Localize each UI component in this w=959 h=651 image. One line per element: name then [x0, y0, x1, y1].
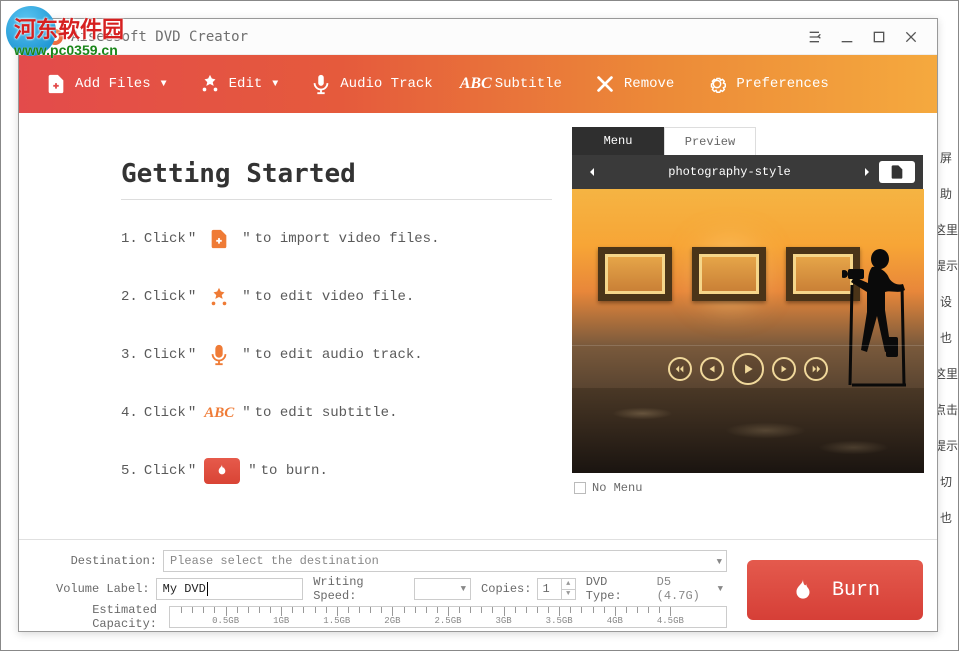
close-button[interactable]	[895, 21, 927, 53]
step-row: 3. Click " " to edit audio track.	[121, 342, 552, 368]
destination-label: Destination:	[33, 554, 163, 568]
subtitle-abc-icon: ABC	[465, 73, 487, 95]
burn-icon	[204, 458, 240, 484]
spin-down-icon[interactable]: ▼	[561, 590, 575, 600]
skip-forward-button[interactable]	[804, 357, 828, 381]
style-name: photography-style	[604, 165, 855, 179]
subtitle-label: Subtitle	[495, 76, 562, 92]
minimize-button[interactable]	[831, 21, 863, 53]
bottom-panel: Destination: Please select the destinati…	[19, 539, 937, 642]
app-window: Aiseesoft DVD Creator Add Files ▼ Edit ▼…	[18, 18, 938, 632]
remove-label: Remove	[624, 76, 674, 92]
burn-button[interactable]: Burn	[747, 560, 923, 620]
maximize-button[interactable]	[863, 21, 895, 53]
edit-button[interactable]: Edit ▼	[183, 55, 295, 113]
step-row: 2. Click " " to edit video file.	[121, 284, 552, 310]
chevron-down-icon: ▼	[461, 584, 466, 594]
chevron-down-icon[interactable]: ▼	[718, 584, 727, 594]
chevron-down-icon: ▼	[161, 79, 167, 90]
tab-preview[interactable]: Preview	[664, 127, 756, 155]
burn-label: Burn	[832, 579, 880, 602]
volume-label-label: Volume Label:	[33, 582, 156, 596]
step-row: 4. Click " ABC " to edit subtitle.	[121, 400, 552, 426]
next-style-button[interactable]	[855, 160, 879, 184]
edit-label: Edit	[229, 76, 263, 92]
audio-track-label: Audio Track	[340, 76, 432, 92]
volume-label-input[interactable]: My DVD	[156, 578, 304, 600]
step-row: 5. Click " " to burn.	[121, 458, 552, 484]
no-menu-row: No Menu	[572, 473, 923, 495]
writing-speed-label: Writing Speed:	[303, 575, 414, 603]
preferences-label: Preferences	[736, 76, 828, 92]
watermark-text: 河东软件园 www.pc0359.cn	[14, 12, 124, 58]
toolbar: Add Files ▼ Edit ▼ Audio Track ABC Subti…	[19, 55, 937, 113]
writing-speed-select[interactable]: ▼	[414, 578, 471, 600]
divider	[121, 199, 552, 200]
capacity-ruler: 0.5GB1GB1.5GB2GB2.5GB3GB3.5GB4GB4.5GB	[169, 606, 727, 628]
photographer-silhouette	[842, 241, 910, 401]
chevron-down-icon: ▼	[272, 79, 278, 90]
dvd-type-label: DVD Type:	[576, 575, 653, 603]
add-files-label: Add Files	[75, 76, 151, 92]
menu-frame[interactable]	[598, 247, 672, 301]
menu-frame[interactable]	[692, 247, 766, 301]
preferences-button[interactable]: Preferences	[690, 55, 844, 113]
right-panel: Menu Preview photography-style	[572, 113, 937, 539]
chevron-down-icon: ▼	[717, 557, 722, 567]
edit-style-button[interactable]	[879, 161, 915, 183]
getting-started-heading: Getting Started	[121, 159, 552, 189]
remove-button[interactable]: Remove	[578, 55, 690, 113]
flame-icon	[790, 577, 816, 603]
add-files-icon	[45, 73, 67, 95]
edit-icon	[204, 284, 234, 310]
prev-style-button[interactable]	[580, 160, 604, 184]
menu-preview	[572, 189, 924, 473]
forward-button[interactable]	[772, 357, 796, 381]
microphone-icon	[204, 342, 234, 368]
copies-spinner[interactable]: 1▲▼	[537, 578, 575, 600]
menu-style-bar: photography-style	[572, 155, 923, 189]
no-menu-checkbox[interactable]	[574, 482, 586, 494]
add-files-icon	[204, 226, 234, 252]
spin-up-icon[interactable]: ▲	[561, 579, 575, 590]
estimated-capacity-label: Estimated Capacity:	[33, 603, 163, 631]
add-files-button[interactable]: Add Files ▼	[29, 55, 183, 113]
edit-icon	[199, 73, 221, 95]
remove-icon	[594, 73, 616, 95]
audio-track-button[interactable]: Audio Track	[294, 55, 448, 113]
subtitle-abc-icon: ABC	[204, 400, 234, 426]
no-menu-label: No Menu	[592, 481, 642, 495]
dvd-type-value: D5 (4.7G)	[653, 575, 718, 603]
tab-menu[interactable]: Menu	[572, 127, 664, 155]
getting-started-panel: Getting Started 1. Click " " to import v…	[19, 113, 572, 539]
step-row: 1. Click " " to import video files.	[121, 226, 552, 252]
gear-icon	[706, 73, 728, 95]
microphone-icon	[310, 73, 332, 95]
skip-back-button[interactable]	[668, 357, 692, 381]
subtitle-button[interactable]: ABC Subtitle	[449, 55, 578, 113]
menu-icon[interactable]	[799, 21, 831, 53]
play-button[interactable]	[732, 353, 764, 385]
tabs: Menu Preview	[572, 127, 923, 155]
playback-controls	[668, 353, 828, 385]
titlebar: Aiseesoft DVD Creator	[19, 19, 937, 55]
destination-select[interactable]: Please select the destination▼	[163, 550, 727, 572]
copies-label: Copies:	[471, 582, 537, 596]
rewind-button[interactable]	[700, 357, 724, 381]
